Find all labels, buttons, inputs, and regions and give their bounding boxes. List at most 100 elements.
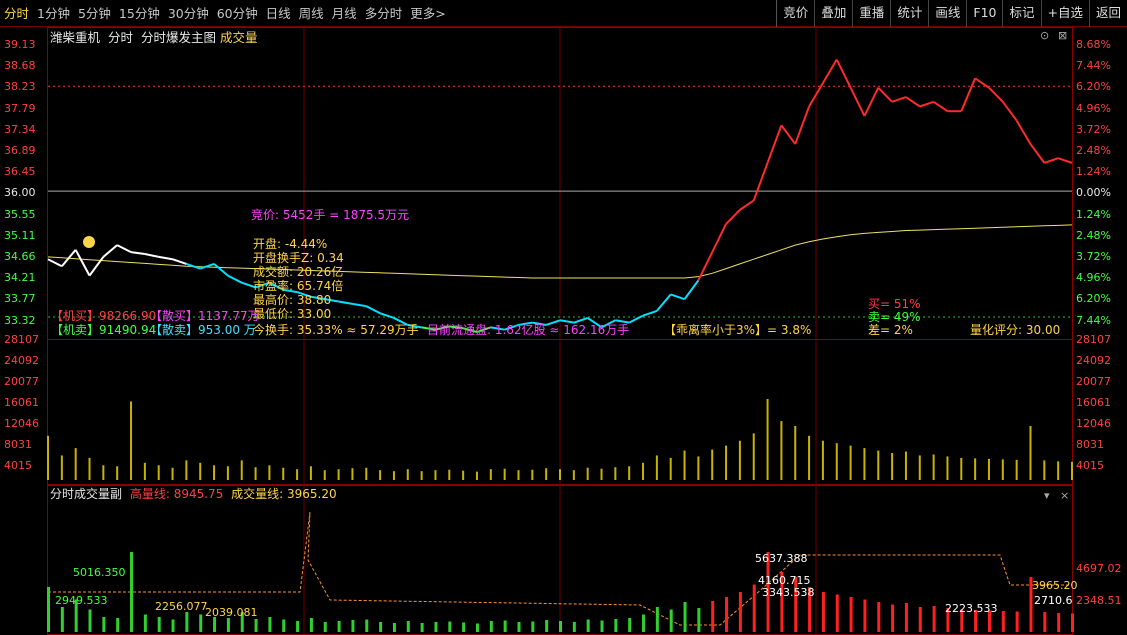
volume-bar <box>808 435 811 480</box>
volume-bar <box>932 454 935 480</box>
sub-volume-bar <box>365 619 369 632</box>
volume-bar <box>1015 459 1018 480</box>
volume-bar <box>392 471 395 480</box>
price-segment <box>1029 143 1046 164</box>
price-segment <box>988 86 1004 103</box>
close-sub-icon[interactable]: × <box>1060 489 1069 502</box>
sub-volume-bar <box>143 614 147 632</box>
auction-info: 竞价: 5452手 = 1875.5万元 <box>251 208 410 222</box>
volume-bar <box>226 466 229 480</box>
volume-bar <box>559 469 561 480</box>
volume-bar <box>780 421 783 480</box>
sub-volume-bar <box>891 604 895 632</box>
volume-bar <box>185 460 188 480</box>
volume-bar <box>642 462 645 480</box>
sub-volume-bar <box>1043 612 1047 632</box>
price-segment <box>877 86 893 103</box>
sub-panel-title: 分时成交量副 高量线: 8945.75 成交量线: 3965.20 <box>50 488 337 501</box>
sub-value-label: 5016.350 <box>73 566 126 579</box>
volume-bar <box>849 445 852 480</box>
open-turnover-info: 开盘换手Z: 0.34 <box>253 251 344 265</box>
price-segment <box>379 312 395 319</box>
price-segment <box>1044 157 1059 164</box>
sub-volume-bar <box>614 619 618 632</box>
volume-tick: 12046 <box>4 417 39 430</box>
sub-tick: 2348.51 <box>1076 594 1122 607</box>
sub-volume-bar <box>489 621 493 632</box>
sub-tick: 4697.02 <box>1076 562 1122 575</box>
price-segment <box>891 96 907 103</box>
price-segment <box>172 258 187 265</box>
volume-bar <box>379 470 382 480</box>
volume-bar <box>434 470 437 480</box>
pct-tick: 2.48% <box>1076 144 1111 157</box>
volume-tick: 28107 <box>4 333 39 346</box>
volume-bar <box>282 467 285 480</box>
volume-tick: 24092 <box>4 354 39 367</box>
dropdown-icon[interactable]: ▾ <box>1044 489 1050 502</box>
volume-bar <box>697 456 700 480</box>
volume-bar <box>351 468 354 480</box>
volume-bar <box>683 450 686 480</box>
volume-bar <box>835 443 838 480</box>
smiley-icon <box>83 236 95 248</box>
pct-tick: 6.20% <box>1076 292 1111 306</box>
sub-value-label: 3343.538 <box>762 586 815 599</box>
price-tick: 36.45 <box>4 165 36 179</box>
volume-bar <box>614 467 617 480</box>
volume-bar <box>711 449 714 480</box>
volume-bar <box>60 455 63 480</box>
volume-bar <box>655 455 658 480</box>
price-segment <box>711 223 727 253</box>
sub-value-label: 2710.6 <box>1034 594 1073 607</box>
volume-bar <box>268 465 271 480</box>
price-segment <box>74 249 91 277</box>
volume-bar <box>531 469 534 480</box>
sub-volume-bar <box>725 597 729 632</box>
volume-bar <box>171 467 174 480</box>
volume-bar <box>296 469 299 480</box>
sub-volume-bar <box>600 620 604 632</box>
volume-bar <box>448 469 451 480</box>
price-tick: 38.23 <box>4 80 36 94</box>
sub-volume-bar <box>462 622 466 632</box>
volume-bar <box>987 458 990 480</box>
price-segment <box>199 262 215 270</box>
volume-bar <box>918 455 921 480</box>
low-info: 最低价: 33.00 <box>253 307 332 321</box>
price-segment <box>974 77 990 89</box>
volume-bar <box>974 458 977 480</box>
volume-bar <box>143 462 146 480</box>
volume-bar <box>254 467 257 480</box>
volume-tick: 16061 <box>4 396 39 409</box>
price-tick: 36.89 <box>4 144 36 157</box>
sub-volume-bar <box>752 584 756 632</box>
price-tick: 38.68 <box>4 59 36 73</box>
price-tick: 35.55 <box>4 207 36 221</box>
volume-bar <box>102 465 105 480</box>
sub-volume-bar <box>60 607 64 632</box>
deviation-info: 【乖离率小于3%】= 3.8% <box>664 323 812 337</box>
sub-volume-bar <box>420 623 424 632</box>
pct-tick: 4.96% <box>1076 271 1111 285</box>
sub-volume-bar <box>88 609 92 632</box>
volume-bar <box>365 467 368 480</box>
price-segment <box>227 274 243 284</box>
sub-volume-bar <box>309 618 313 632</box>
sub-volume-bar <box>226 618 230 632</box>
inst-buy-info: 【机买】98266.90 <box>51 309 157 323</box>
price-segment <box>697 251 714 281</box>
float-shares-info: 目前流通盘: 1.62亿股 ≈ 162.16万手 <box>427 323 630 337</box>
sub-value-label: 5637.388 <box>755 552 808 565</box>
price-segment <box>835 59 852 89</box>
sub-volume-bar <box>531 621 535 632</box>
volume-bar <box>628 466 631 480</box>
sub-panel-name[interactable]: 分时成交量副 <box>50 487 122 501</box>
volume-tick: 20077 <box>1076 375 1111 388</box>
sub-volume-bar <box>199 614 203 632</box>
price-tick: 34.66 <box>4 250 36 263</box>
price-segment <box>628 314 644 324</box>
sub-volume-bar <box>1057 613 1061 632</box>
price-segment <box>905 96 921 108</box>
retail-sell-info: 【散卖】953.00 万 <box>150 323 256 337</box>
